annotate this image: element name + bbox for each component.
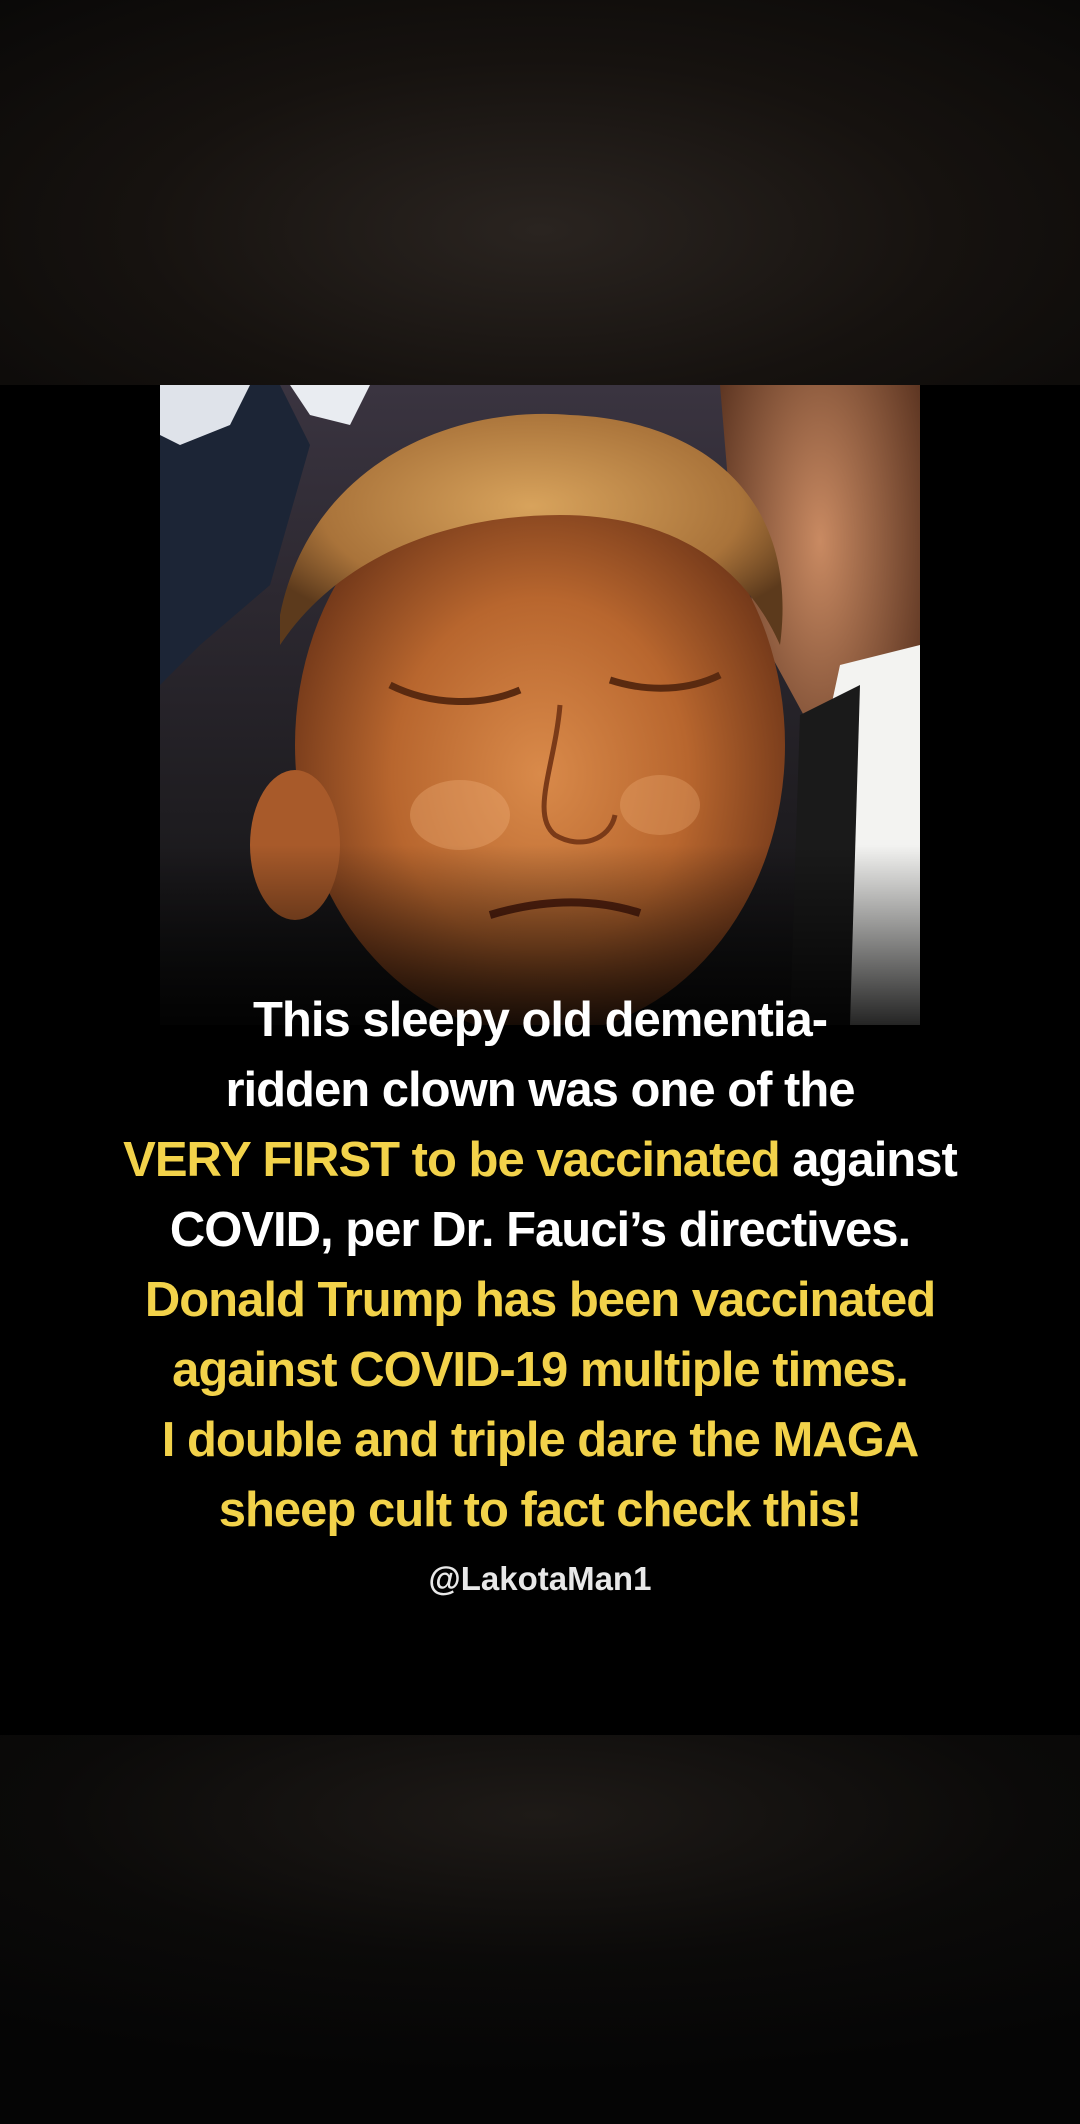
caption-highlight-maga: MAGA xyxy=(772,1413,920,1467)
caption-line-1: This sleepy old dementia- xyxy=(252,993,828,1047)
caption-line-5: Donald Trump has been vaccinated xyxy=(144,1273,936,1327)
caption-highlight-very-first: VERY FIRST to be vaccinated xyxy=(123,1133,780,1187)
caption-line-6: against COVID-19 multiple times. xyxy=(172,1343,909,1397)
caption-line-7: I double and triple dare the MAGA xyxy=(10,1405,1070,1475)
caption-text-against: against xyxy=(779,1133,958,1187)
meme-photo xyxy=(160,385,920,1025)
caption-text-double-dare: I double and triple dare the xyxy=(161,1413,773,1467)
caption-line-3: VERY FIRST to be vaccinated against xyxy=(10,1125,1070,1195)
blurred-background-bottom xyxy=(0,1735,1080,2124)
meme-screenshot: This sleepy old dementia- ridden clown w… xyxy=(0,0,1080,2124)
meme-card: This sleepy old dementia- ridden clown w… xyxy=(0,385,1080,1735)
caption-line-8: sheep cult to fact check this! xyxy=(218,1483,863,1537)
author-handle: @LakotaMan1 xyxy=(428,1560,652,1597)
meme-caption: This sleepy old dementia- ridden clown w… xyxy=(10,985,1070,1601)
caption-line-4: COVID, per Dr. Fauci’s directives. xyxy=(169,1203,911,1257)
caption-line-2: ridden clown was one of the xyxy=(225,1063,855,1117)
